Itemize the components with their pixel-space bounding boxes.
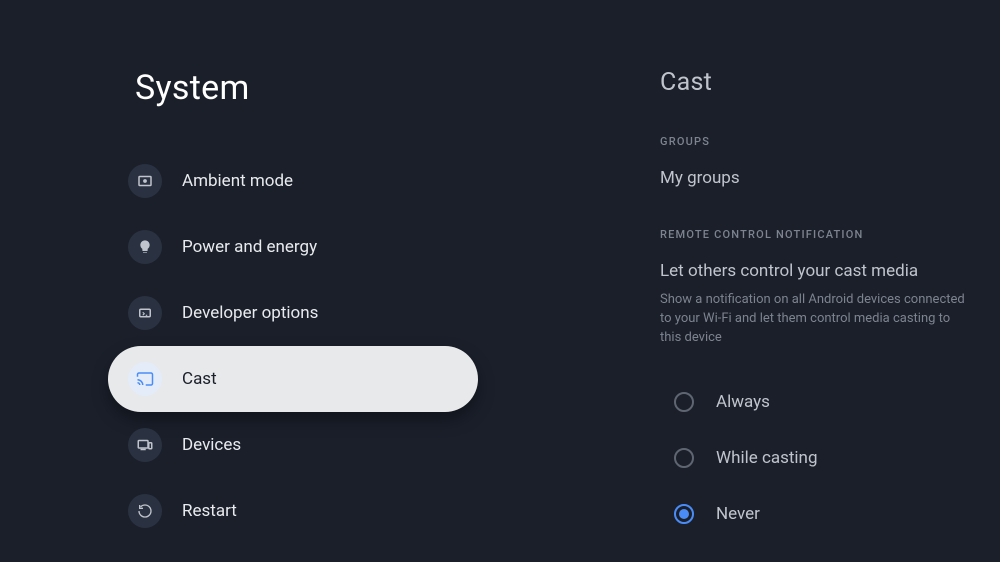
- radio-always[interactable]: Always: [660, 374, 1000, 430]
- radio-label: Never: [716, 504, 760, 524]
- restart-icon: [128, 494, 162, 528]
- menu-label: Restart: [182, 501, 237, 521]
- developer-icon: [128, 296, 162, 330]
- my-groups-item[interactable]: My groups: [660, 168, 1000, 188]
- page-title-system: System: [135, 68, 500, 108]
- page-title-cast: Cast: [660, 68, 1000, 97]
- setting-description: Show a notification on all Android devic…: [660, 291, 970, 348]
- radio-label: Always: [716, 392, 770, 412]
- menu-label: Developer options: [182, 303, 318, 323]
- menu-item-cast[interactable]: Cast: [108, 346, 478, 412]
- ambient-mode-icon: [128, 164, 162, 198]
- menu-item-devices[interactable]: Devices: [108, 412, 500, 478]
- radio-while-casting[interactable]: While casting: [660, 430, 1000, 486]
- menu-item-ambient-mode[interactable]: Ambient mode: [108, 148, 500, 214]
- radio-button: [674, 392, 694, 412]
- radio-label: While casting: [716, 448, 818, 468]
- bulb-icon: [128, 230, 162, 264]
- menu-label: Power and energy: [182, 237, 317, 257]
- menu-label: Ambient mode: [182, 171, 293, 191]
- radio-button: [674, 504, 694, 524]
- menu-item-restart[interactable]: Restart: [108, 478, 500, 544]
- menu-label: Devices: [182, 435, 241, 455]
- radio-never[interactable]: Never: [660, 486, 1000, 542]
- menu-label: Cast: [182, 369, 217, 389]
- devices-icon: [128, 428, 162, 462]
- menu-item-developer-options[interactable]: Developer options: [108, 280, 500, 346]
- groups-header: GROUPS: [660, 135, 1000, 148]
- remote-notif-header: REMOTE CONTROL NOTIFICATION: [660, 228, 1000, 241]
- radio-button: [674, 448, 694, 468]
- cast-icon: [128, 362, 162, 396]
- menu-item-power-energy[interactable]: Power and energy: [108, 214, 500, 280]
- setting-title: Let others control your cast media: [660, 261, 1000, 281]
